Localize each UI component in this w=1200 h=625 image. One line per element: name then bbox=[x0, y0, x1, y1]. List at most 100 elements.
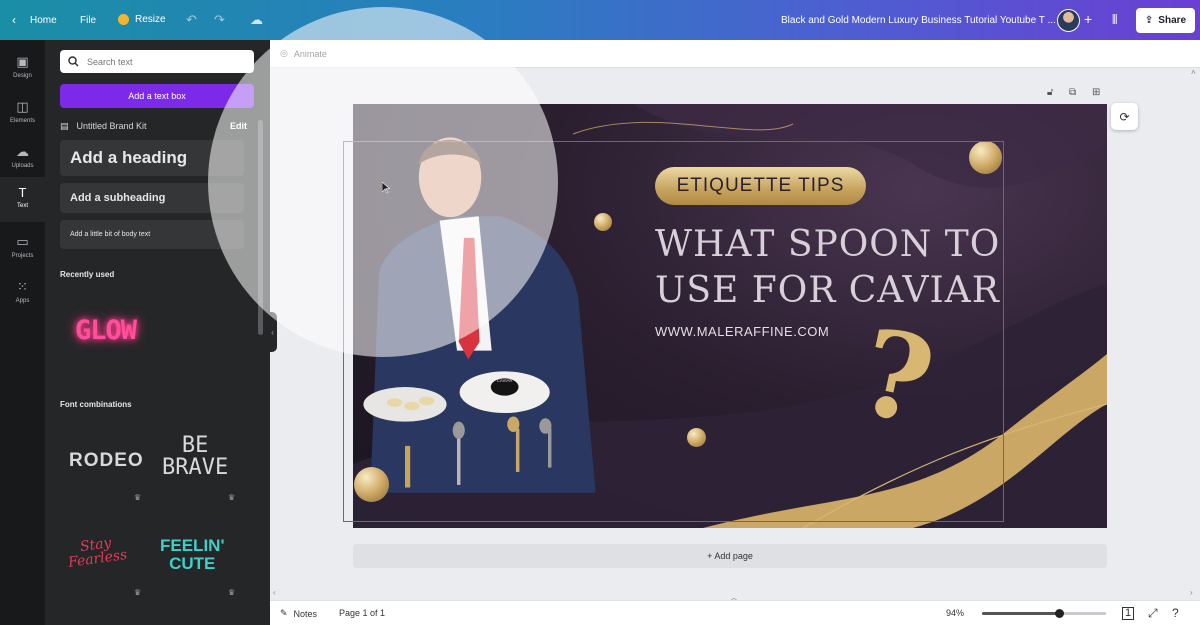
animate-label: Animate bbox=[293, 48, 327, 59]
share-upload-icon: ⇪ bbox=[1144, 15, 1154, 26]
feelin-cute-font-combo[interactable]: FEELIN' CUTE bbox=[160, 537, 225, 573]
scroll-right-icon[interactable]: › bbox=[1190, 588, 1193, 597]
rail-item-label: Uploads bbox=[11, 163, 34, 169]
add-body-text-option[interactable]: Add a little bit of body text bbox=[60, 220, 244, 249]
rail-item-label: Design bbox=[13, 73, 32, 79]
pro-crown-icon: ♛ bbox=[228, 493, 236, 502]
search-input[interactable] bbox=[87, 56, 247, 67]
brand-kit-icon: ▤ bbox=[60, 120, 69, 131]
etiquette-tips-pill[interactable]: ETIQUETTE TIPS bbox=[655, 167, 866, 205]
home-button[interactable]: Home bbox=[30, 15, 57, 26]
resize-button[interactable]: Resize bbox=[118, 14, 166, 25]
fullscreen-icon[interactable]: ⤢ bbox=[1148, 606, 1158, 621]
add-subheading-option[interactable]: Add a subheading bbox=[60, 183, 244, 213]
lock-icon[interactable]: 🔓︎ bbox=[1047, 87, 1053, 98]
rail-item-text[interactable]: T Text bbox=[0, 177, 45, 222]
undo-icon[interactable]: ↶ bbox=[186, 12, 197, 28]
text-icon: T bbox=[18, 185, 27, 200]
add-page-icon[interactable]: ⊞ bbox=[1092, 87, 1100, 98]
animate-button[interactable]: ◎ Animate bbox=[280, 48, 327, 59]
headline-line: WHAT SPOON TO bbox=[655, 224, 1001, 265]
left-rail: ▣ Design ◫ Elements ☁ Uploads T Text ▭ P… bbox=[0, 40, 45, 625]
redo-icon[interactable]: ↷ bbox=[214, 12, 225, 28]
zoom-level[interactable]: 94% bbox=[946, 608, 964, 618]
animate-icon: ◎ bbox=[280, 48, 288, 58]
gold-sphere-decoration bbox=[354, 467, 389, 502]
search-icon bbox=[68, 56, 79, 67]
panel-scrollbar[interactable] bbox=[258, 120, 263, 335]
crown-icon bbox=[118, 14, 129, 25]
gold-sphere-decoration bbox=[969, 141, 1002, 174]
design-headline[interactable]: WHAT SPOON TO USE FOR CAVIAR bbox=[655, 222, 1000, 314]
scroll-up-icon[interactable]: ˄ bbox=[1191, 68, 1196, 77]
text-panel: Add a text box ▤ Untitled Brand Kit Edit… bbox=[45, 40, 270, 625]
add-collaborator-icon[interactable]: + bbox=[1084, 11, 1092, 27]
zoom-slider-fill bbox=[982, 612, 1059, 615]
document-title[interactable]: Black and Gold Modern Luxury Business Tu… bbox=[781, 15, 1056, 26]
page-count-button[interactable]: 1 bbox=[1122, 607, 1135, 620]
insights-bar-chart-icon[interactable]: ⫴ bbox=[1112, 12, 1117, 28]
notes-label: Notes bbox=[293, 608, 318, 619]
back-chevron-icon[interactable]: ‹ bbox=[12, 13, 16, 27]
recently-used-heading: Recently used bbox=[60, 270, 115, 279]
canvas-toolbar: ◎ Animate bbox=[270, 40, 1200, 68]
footer-bar: ✎ Notes Page 1 of 1 94% 1 ⤢ ? bbox=[270, 600, 1200, 625]
pro-crown-icon: ♛ bbox=[134, 588, 142, 597]
duplicate-page-icon[interactable]: ⧉ bbox=[1069, 87, 1076, 98]
notes-button[interactable]: ✎ Notes bbox=[280, 608, 317, 619]
rail-item-label: Text bbox=[16, 203, 28, 209]
mouse-pointer-icon bbox=[382, 182, 390, 194]
pro-crown-icon: ♛ bbox=[228, 588, 236, 597]
combo-line: BE bbox=[181, 433, 209, 458]
zoom-slider-knob[interactable] bbox=[1054, 609, 1064, 618]
avatar[interactable] bbox=[1057, 9, 1080, 32]
rail-item-design[interactable]: ▣ Design bbox=[0, 48, 45, 86]
headline-line: USE FOR CAVIAR bbox=[655, 270, 1000, 311]
combo-line: BRAVE bbox=[162, 455, 229, 480]
rodeo-font-combo[interactable]: RODEO bbox=[69, 450, 144, 472]
brand-kit-edit-button[interactable]: Edit bbox=[230, 121, 247, 131]
glow-text-style[interactable]: GLOW bbox=[75, 315, 137, 346]
page-indicator: Page 1 of 1 bbox=[339, 608, 386, 618]
rail-item-apps[interactable]: ⁙ Apps bbox=[0, 273, 45, 311]
stay-fearless-font-combo[interactable]: Stay Fearless bbox=[65, 534, 128, 571]
apps-grid-icon: ⁙ bbox=[17, 279, 28, 294]
combo-line: CUTE bbox=[169, 554, 216, 573]
caviar-tin-label: CAVIAR bbox=[497, 378, 513, 383]
font-combinations-heading: Font combinations bbox=[60, 400, 132, 409]
share-label: Share bbox=[1158, 15, 1187, 26]
resize-label: Resize bbox=[135, 14, 166, 25]
brand-kit-row[interactable]: ▤ Untitled Brand Kit Edit bbox=[60, 118, 254, 134]
be-brave-font-combo[interactable]: BE BRAVE bbox=[162, 435, 228, 479]
folder-icon: ▭ bbox=[16, 234, 29, 249]
refresh-icon[interactable]: ⟳ bbox=[1111, 103, 1138, 130]
search-box[interactable] bbox=[60, 50, 254, 73]
add-heading-option[interactable]: Add a heading bbox=[60, 140, 244, 176]
brand-kit-label: Untitled Brand Kit bbox=[76, 121, 147, 131]
share-button[interactable]: ⇪ Share bbox=[1136, 8, 1195, 33]
top-bar: ‹ Home File Resize ↶ ↷ ☁ Black and Gold … bbox=[0, 0, 1200, 40]
presenter-photo: CAVIAR bbox=[363, 137, 596, 493]
file-menu-button[interactable]: File bbox=[80, 15, 96, 26]
collapse-panel-handle[interactable]: ‹ bbox=[268, 312, 277, 352]
add-text-box-button[interactable]: Add a text box bbox=[60, 84, 254, 108]
notes-icon: ✎ bbox=[280, 608, 288, 618]
elements-icon: ◫ bbox=[16, 99, 29, 114]
scroll-left-icon[interactable]: ‹ bbox=[273, 588, 276, 597]
rail-item-label: Apps bbox=[15, 298, 30, 304]
combo-line: FEELIN' bbox=[160, 536, 225, 555]
rail-item-elements[interactable]: ◫ Elements bbox=[0, 93, 45, 131]
rail-item-label: Elements bbox=[9, 118, 35, 124]
gold-sphere-decoration bbox=[687, 428, 706, 447]
design-website-url[interactable]: WWW.MALERAFFINE.COM bbox=[655, 324, 829, 339]
rail-item-label: Projects bbox=[11, 253, 34, 259]
pro-crown-icon: ♛ bbox=[134, 493, 142, 502]
help-icon[interactable]: ? bbox=[1172, 606, 1179, 620]
zoom-slider[interactable] bbox=[982, 609, 1106, 618]
rail-item-uploads[interactable]: ☁ Uploads bbox=[0, 138, 45, 176]
gold-sphere-decoration bbox=[594, 213, 612, 231]
rail-item-projects[interactable]: ▭ Projects bbox=[0, 228, 45, 266]
upload-cloud-icon: ☁ bbox=[16, 144, 29, 159]
cloud-saved-icon[interactable]: ☁ bbox=[250, 12, 263, 28]
add-page-button[interactable]: + Add page bbox=[353, 544, 1107, 568]
